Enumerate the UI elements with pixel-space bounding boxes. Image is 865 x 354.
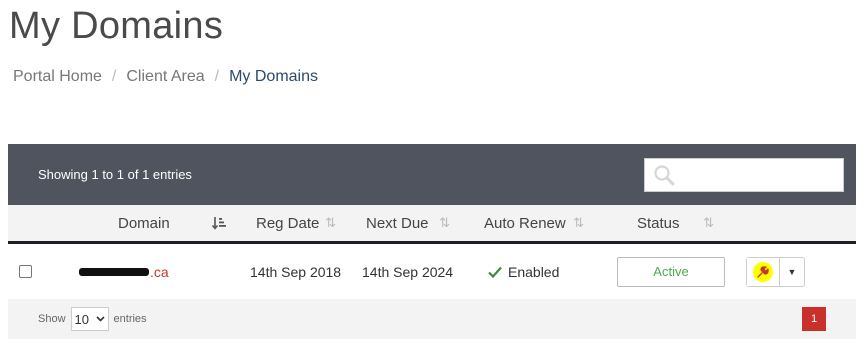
header-status-label: Status [637,214,680,232]
header-status[interactable]: Status ⇅ [596,205,726,241]
status-cell: Active [596,256,726,287]
header-reg-date[interactable]: Reg Date ⇅ [238,205,348,241]
show-label: Show [38,313,66,325]
sort-icon: ⇅ [325,215,336,230]
domain-actions-group: ▼ [746,256,805,287]
table-header: Domain Reg Date ⇅ Next Due ⇅ Auto Renew … [8,205,856,244]
dropdown-toggle[interactable]: ▼ [780,258,804,286]
row-checkbox[interactable] [19,265,32,278]
wrench-icon [753,261,773,282]
status-badge: Active [617,256,725,287]
sort-icon: ⇅ [703,215,714,230]
search-input[interactable] [679,166,833,183]
search-icon [654,164,675,185]
page-title: My Domains [9,5,224,47]
breadcrumb: Portal Home / Client Area / My Domains [13,68,318,86]
search-box[interactable] [644,157,844,192]
domain-link[interactable]: .ca [150,264,169,280]
chevron-down-icon [95,316,105,322]
page-length-control: Show 10 entries [38,307,147,331]
page-length-select[interactable]: 10 [70,307,109,331]
sort-icon: ⇅ [573,215,584,230]
table-info: Showing 1 to 1 of 1 entries [38,167,192,182]
breadcrumb-client-area[interactable]: Client Area [126,68,204,86]
pagination-page-1[interactable]: 1 [802,307,826,331]
page-length-value: 10 [74,311,89,327]
header-next-due[interactable]: Next Due ⇅ [348,205,462,241]
auto-renew-value: Enabled [508,263,560,280]
table-row: .ca 14th Sep 2018 14th Sep 2024 Enabled … [8,244,856,299]
sort-icon: ⇅ [439,215,450,230]
manage-domain-button[interactable] [747,257,780,286]
header-auto-renew-label: Auto Renew [484,214,566,232]
next-due-cell: 14th Sep 2024 [362,263,454,280]
sort-ascending-icon [212,217,226,230]
row-checkbox-cell [8,265,68,278]
domains-table: Showing 1 to 1 of 1 entries Domain Reg D… [8,144,856,339]
header-checkbox-column [8,205,68,241]
table-toolbar: Showing 1 to 1 of 1 entries [8,144,856,205]
header-domain[interactable]: Domain [68,205,238,241]
header-domain-label: Domain [118,214,170,232]
header-next-due-label: Next Due [366,214,429,232]
actions-cell: ▼ [726,256,826,287]
reg-date-cell: 14th Sep 2018 [250,263,342,280]
redacted-domain-name [79,267,149,276]
auto-renew-cell: Enabled [462,264,596,280]
breadcrumb-my-domains: My Domains [229,68,318,85]
entries-label: entries [113,313,147,325]
table-footer: Show 10 entries 1 [8,299,856,339]
domain-cell: .ca [68,264,238,280]
caret-down-icon: ▼ [787,266,797,277]
breadcrumb-separator: / [111,68,117,85]
header-reg-date-label: Reg Date [256,214,320,232]
breadcrumb-separator: / [214,68,220,85]
checkmark-icon [488,266,502,278]
breadcrumb-portal-home[interactable]: Portal Home [13,68,102,86]
header-auto-renew[interactable]: Auto Renew ⇅ [462,205,596,241]
